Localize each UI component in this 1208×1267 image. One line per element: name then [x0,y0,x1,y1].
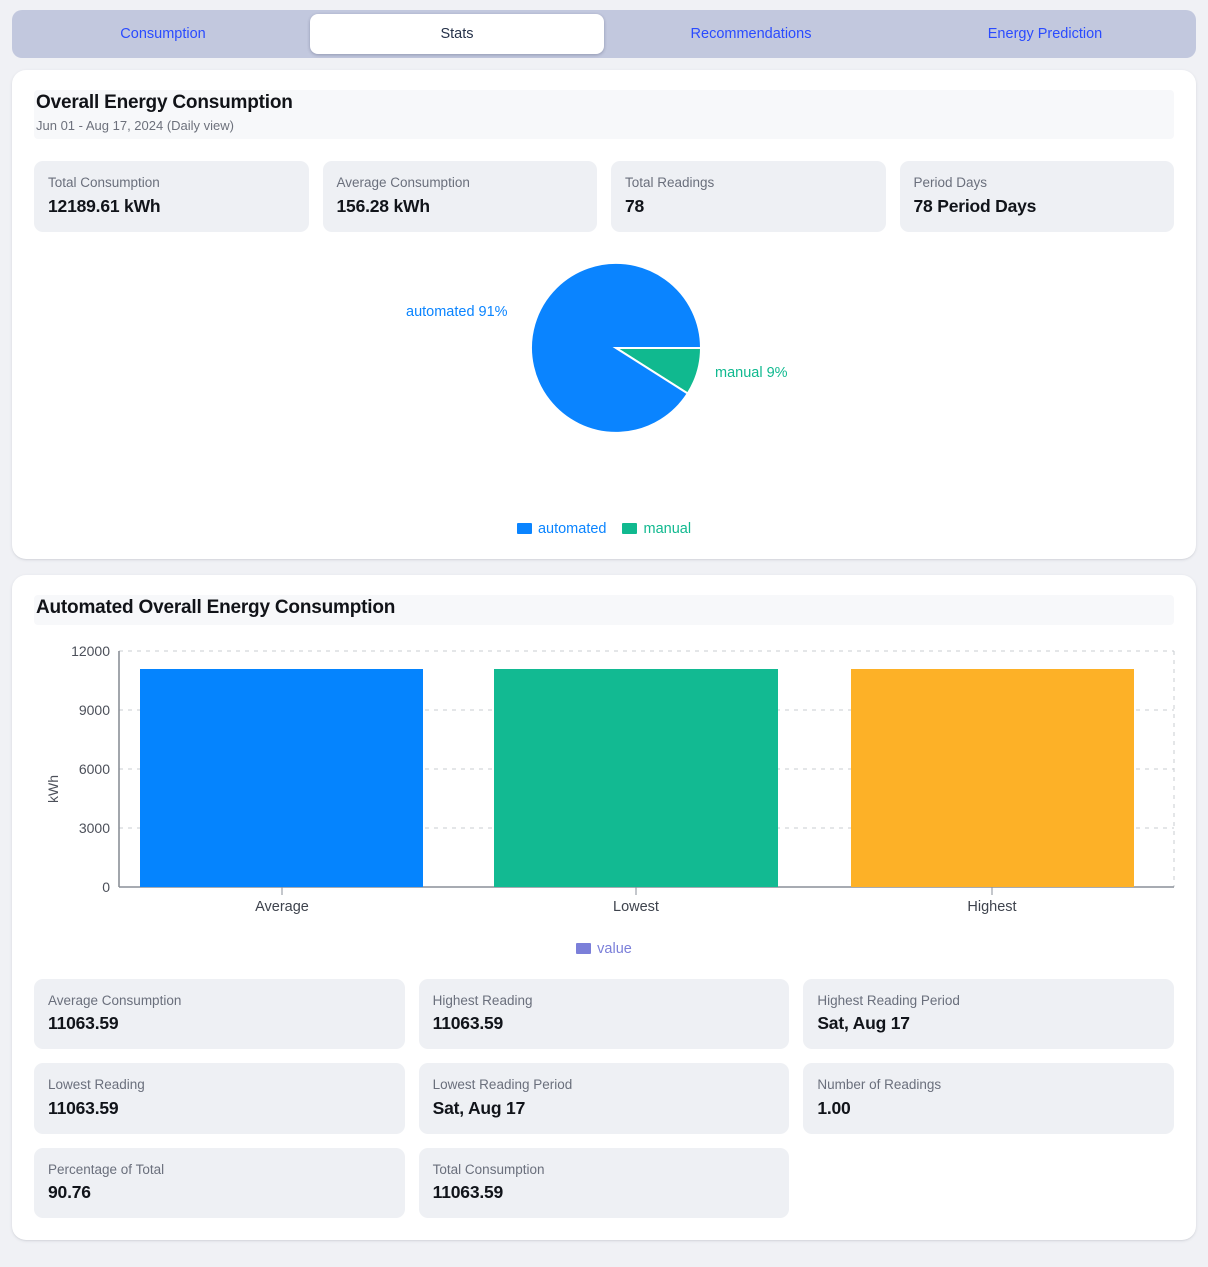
stat-label: Highest Reading Period [817,992,960,1008]
tab-bar: Consumption Stats Recommendations Energy… [12,10,1196,58]
stat-value: 90.76 [48,1182,91,1203]
stat-card-number-of-readings: Number of Readings 1.00 [803,1063,1174,1134]
legend-label: manual [643,520,692,537]
legend-item-automated[interactable]: automated [516,520,607,537]
x-tick-highest: Highest [967,899,1016,915]
stat-card-period-days: Period Days 78 Period Days [899,161,1174,232]
tab-label: Stats [440,26,474,42]
y-tick-9000: 9000 [79,702,110,718]
legend-label: value [597,940,632,957]
legend-item-manual[interactable]: manual [622,521,691,537]
overall-consumption-panel: Overall Energy Consumption Jun 01 - Aug … [12,70,1196,559]
stat-grid-spacer [803,1148,1174,1219]
legend-swatch-automated-icon [516,523,532,535]
tab-recommendations[interactable]: Recommendations [604,14,898,54]
stat-value: Sat, Aug 17 [432,1097,526,1118]
stat-card-average-consumption: Average Consumption 11063.59 [34,978,405,1050]
pie-slice-automated[interactable] [530,261,703,434]
stat-value: 11063.59 [48,1097,119,1118]
stat-card-highest-reading: Highest Reading 11063.59 [418,978,790,1050]
stat-label: Period Days [913,175,988,190]
legend-label: automated [537,520,607,537]
x-axis-ticks [281,886,993,895]
y-tick-12000: 12000 [71,643,110,659]
legend-swatch-manual-icon [622,523,638,535]
y-axis-title: kWh [45,775,61,803]
bar-highest[interactable] [851,668,1134,887]
stat-card-percentage-of-total: Percentage of Total 90.76 [34,1147,405,1219]
stat-value: 78 [625,195,645,216]
overall-stat-cards: Total Consumption 12189.61 kWh Average C… [34,161,1174,232]
page-title: Overall Energy Consumption [36,92,293,113]
tab-stats[interactable]: Stats [310,14,604,54]
bar-average[interactable] [140,668,423,887]
legend-swatch-value-icon [576,943,592,955]
stat-value: 11063.59 [48,1013,119,1034]
y-tick-3000: 3000 [79,820,110,836]
overall-panel-header: Overall Energy Consumption Jun 01 - Aug … [34,90,1174,139]
stat-card-total-consumption: Total Consumption 12189.61 kWh [34,161,309,232]
stat-value: 11063.59 [432,1013,504,1034]
stat-label: Total Readings [625,175,715,190]
stat-label: Lowest Reading Period [432,1077,573,1093]
bar-chart-svg: kWh 12000 9000 6000 3000 0 Average Lowes… [45,643,1175,915]
tab-label: Energy Prediction [987,26,1103,42]
stat-value: 11063.59 [432,1182,504,1203]
tab-energy-prediction[interactable]: Energy Prediction [898,14,1192,54]
x-tick-lowest: Lowest [613,899,659,915]
stat-label: Percentage of Total [48,1161,165,1177]
tab-label: Consumption [120,26,206,42]
tab-label: Recommendations [690,26,812,42]
automated-panel-header: Automated Overall Energy Consumption [34,594,1174,625]
automated-bar-chart: kWh 12000 9000 6000 3000 0 Average Lowes… [34,639,1175,939]
x-axis-tick-labels: Average Lowest Highest [255,899,1016,915]
stat-label: Total Consumption [432,1161,545,1177]
stat-card-total-consumption: Total Consumption 11063.59 [418,1147,790,1219]
automated-consumption-panel: Automated Overall Energy Consumption kWh… [12,574,1196,1241]
pie-label-manual: manual 9% [715,364,788,381]
stat-label: Lowest Reading [48,1077,145,1093]
y-tick-6000: 6000 [79,761,110,777]
y-tick-0: 0 [102,879,110,895]
stat-value: 12189.61 kWh [48,195,161,216]
stat-label: Average Consumption [336,175,470,190]
stat-value: 78 Period Days [913,195,1037,216]
x-tick-average: Average [255,899,309,915]
stat-label: Highest Reading [432,992,533,1008]
pie-label-automated: automated 91% [406,303,508,320]
bar-chart-legend: value [34,941,1174,957]
date-range-subtitle: Jun 01 - Aug 17, 2024 (Daily view) [36,118,234,133]
consumption-source-pie-chart: automated 91% manual 9% [34,252,1174,517]
stat-label: Average Consumption [48,992,182,1008]
stat-label: Number of Readings [817,1077,942,1093]
stat-card-total-readings: Total Readings 78 [611,161,886,232]
pie-legend: automated manual [34,521,1174,537]
stat-value: Sat, Aug 17 [817,1013,910,1034]
stat-card-highest-reading-period: Highest Reading Period Sat, Aug 17 [803,978,1174,1050]
stat-value: 1.00 [817,1097,851,1118]
tab-consumption[interactable]: Consumption [16,14,310,54]
stat-label: Total Consumption [48,175,160,190]
y-axis-tick-labels: 12000 9000 6000 3000 0 [71,643,110,895]
legend-item-value[interactable]: value [576,941,632,957]
section-title: Automated Overall Energy Consumption [36,596,396,618]
stat-card-lowest-reading: Lowest Reading 11063.59 [34,1063,405,1134]
stat-card-average-consumption: Average Consumption 156.28 kWh [322,161,597,232]
bar-lowest[interactable] [494,668,778,887]
automated-stat-cards: Average Consumption 11063.59 Highest Rea… [34,978,1174,1219]
stat-value: 156.28 kWh [336,195,431,216]
stat-card-lowest-reading-period: Lowest Reading Period Sat, Aug 17 [418,1063,790,1134]
pie-svg [530,261,703,434]
